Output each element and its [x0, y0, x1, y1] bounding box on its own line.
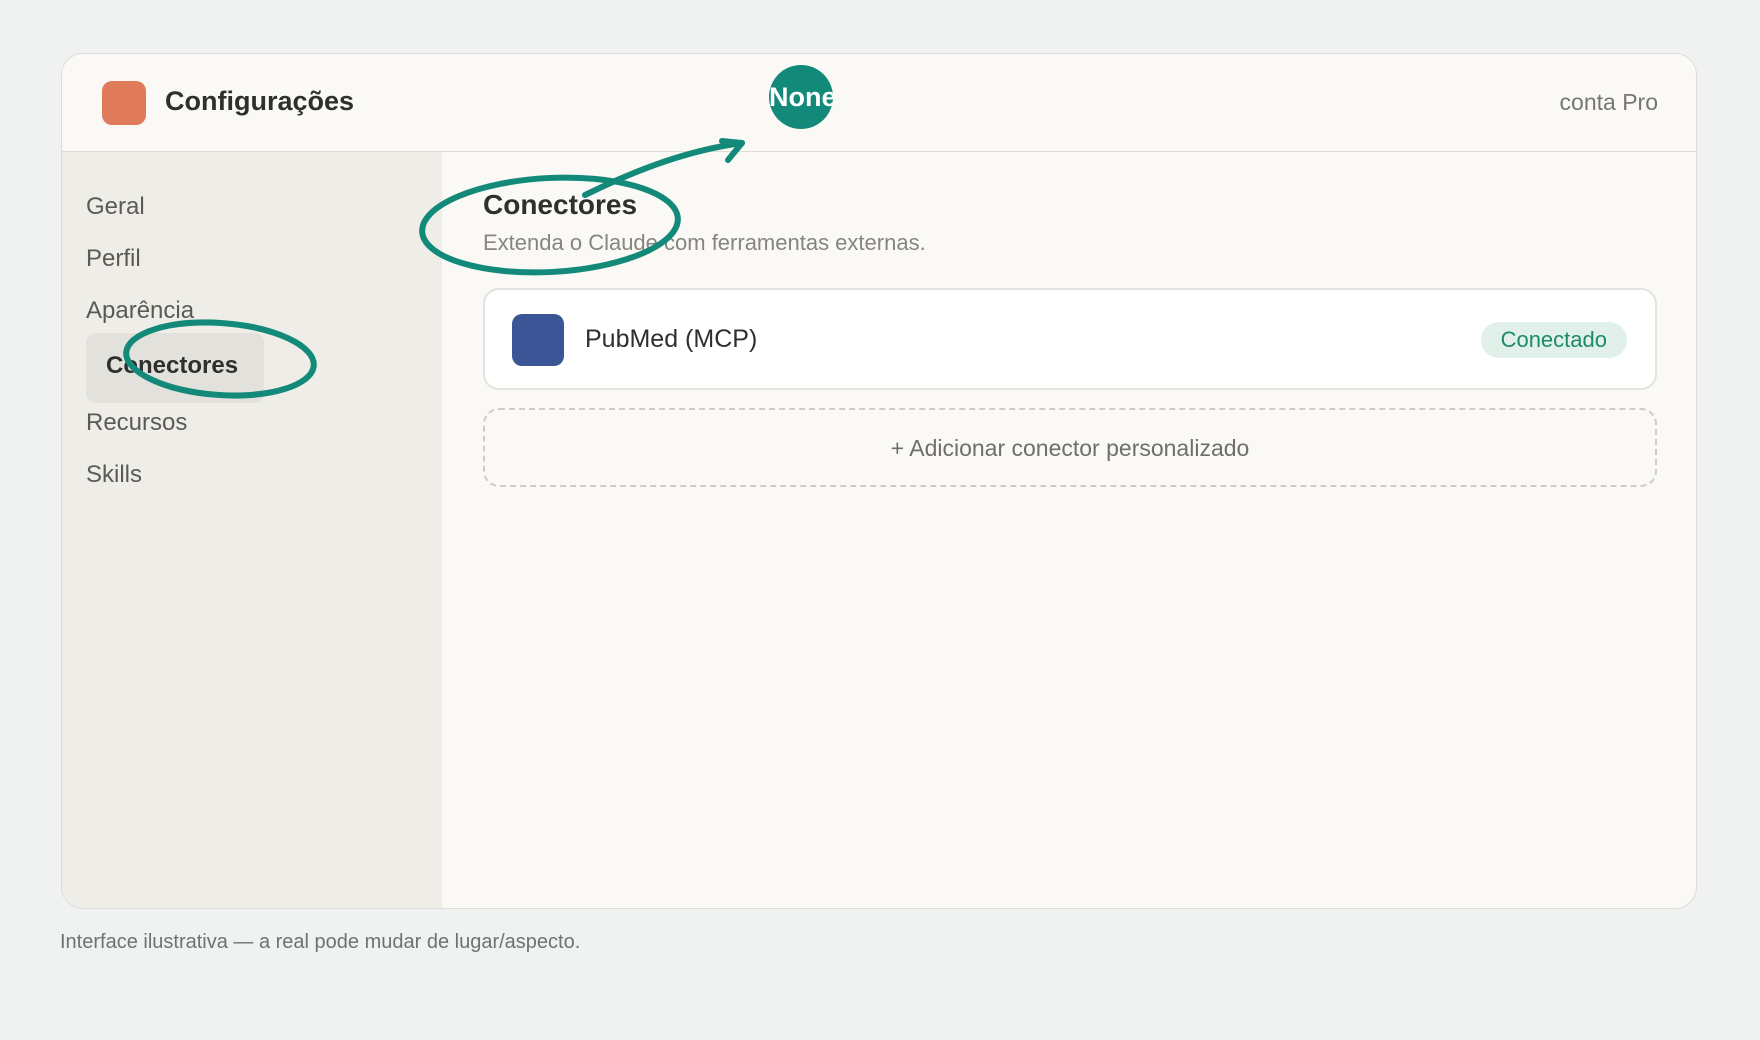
sidebar-item-aparencia[interactable]: Aparência: [86, 297, 194, 325]
app-logo-icon: [102, 81, 146, 125]
section-title: Conectores: [483, 189, 638, 220]
plan-label: conta Pro: [1559, 89, 1658, 115]
connector-card-pubmed[interactable]: PubMed (MCP) Conectado: [483, 288, 1657, 390]
settings-sidebar: Geral Perfil Aparência Conectores Recurs…: [62, 152, 442, 908]
add-custom-connector-button[interactable]: + Adicionar conector personalizado: [483, 408, 1657, 487]
sidebar-item-geral[interactable]: Geral: [86, 193, 145, 221]
pubmed-icon: [512, 314, 564, 366]
settings-window: Configurações conta Pro Geral Perfil Apa…: [61, 53, 1697, 909]
sidebar-item-recursos[interactable]: Recursos: [86, 409, 187, 437]
settings-content: Conectores Extenda o Claude com ferramen…: [442, 152, 1696, 908]
connector-name: PubMed (MCP): [585, 325, 758, 353]
step-marker: None: [769, 65, 833, 129]
status-badge: Conectado: [1480, 322, 1627, 358]
settings-header: Configurações conta Pro: [62, 54, 1696, 152]
sidebar-item-perfil[interactable]: Perfil: [86, 245, 141, 273]
footnote: Interface ilustrativa — a real pode muda…: [60, 931, 581, 953]
sidebar-item-conectores[interactable]: Conectores: [86, 333, 264, 403]
page-title: Configurações: [165, 86, 355, 116]
section-subtitle: Extenda o Claude com ferramentas externa…: [483, 230, 926, 255]
sidebar-item-skills[interactable]: Skills: [86, 461, 142, 489]
